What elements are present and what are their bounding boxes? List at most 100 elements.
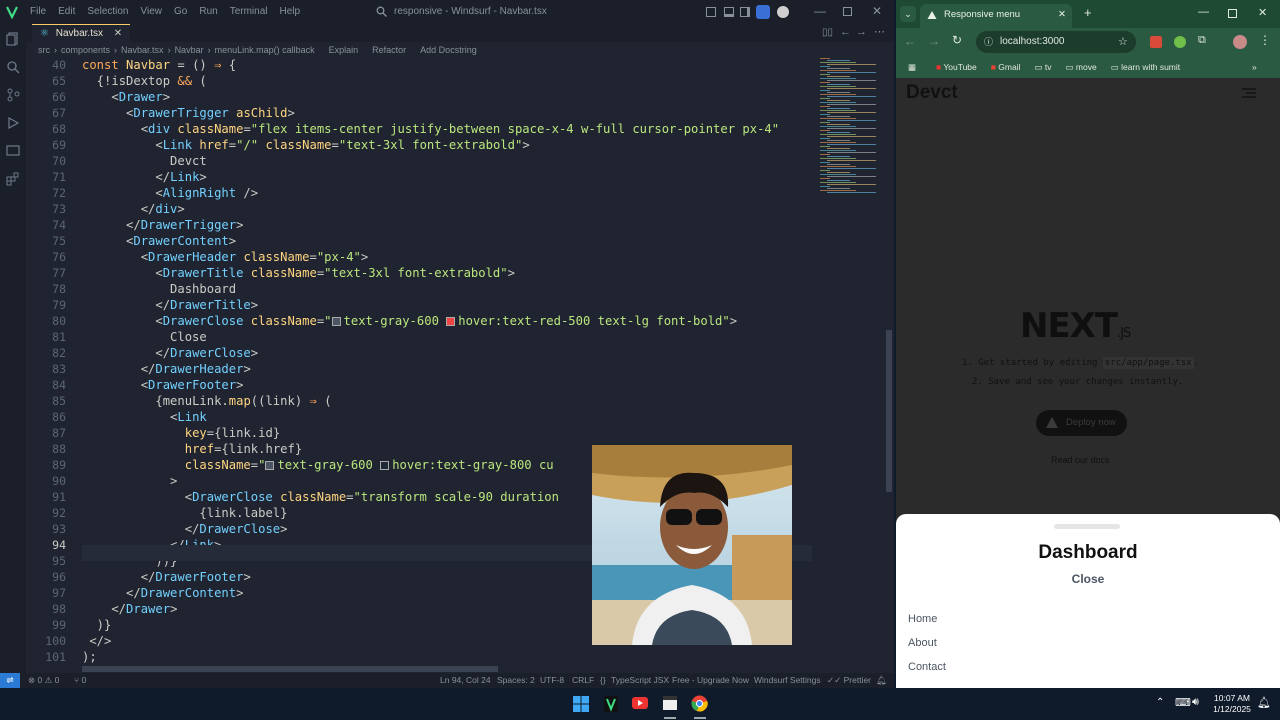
browser-maximize-icon[interactable] [1228,9,1237,18]
code-line[interactable]: {link.label} [82,506,287,520]
tab-search-chevron-icon[interactable]: ⌄ [900,6,916,22]
close-window-icon[interactable]: ✕ [872,4,882,18]
notifications-icon[interactable]: 🔔︎ [876,673,887,688]
browser-close-icon[interactable]: ✕ [1258,6,1267,19]
minimize-icon[interactable]: — [814,4,826,18]
menu-edit[interactable]: Edit [58,6,75,17]
code-line[interactable]: </DrawerHeader> [82,362,251,376]
code-line[interactable]: <DrawerTrigger asChild> [82,106,295,120]
toggle-panel-icon[interactable] [724,7,734,17]
code-line[interactable]: className=" text-gray-600 hover:text-gray… [82,458,554,472]
code-line[interactable]: > [82,474,177,488]
editor-scrollbar[interactable] [886,330,892,492]
chrome-taskbar-icon[interactable] [691,695,708,712]
breadcrumb-item[interactable]: Navbar.tsx [121,45,164,55]
drawer-link-about[interactable]: About [908,637,937,649]
menu-view[interactable]: View [141,6,163,17]
encoding[interactable]: UTF-8 [540,673,564,688]
back-icon[interactable]: ← [904,34,916,48]
apps-grid-icon[interactable]: ▦ [908,56,916,78]
bookmark-tv[interactable]: ▭ tv [1034,56,1051,78]
profile-avatar[interactable] [1233,35,1247,49]
code-line[interactable]: Devct [82,154,207,168]
code-line[interactable]: key={link.id} [82,426,280,440]
bookmark-star-icon[interactable]: ☆ [1118,31,1128,53]
windows-start-icon[interactable] [573,696,589,712]
explorer-icon[interactable] [6,32,20,46]
codelens-action[interactable]: Add Docstring [420,45,477,55]
code-line[interactable]: {!isDextop && ( [82,74,207,88]
language-mode[interactable]: TypeScript JSX [611,673,669,688]
clock[interactable]: 10:07 AM 1/12/2025 [1212,693,1252,715]
ports-indicator[interactable]: ⑂ 0 [74,673,86,688]
code-line[interactable]: const Navbar = () ⇒ { [82,58,236,72]
cursor-position[interactable]: Ln 94, Col 24 [440,673,491,688]
tray-overflow-icon[interactable]: ⌃ [1156,697,1164,708]
code-line[interactable]: <DrawerTitle className="text-3xl font-ex… [82,266,515,280]
go-back-icon[interactable]: ← [840,26,851,38]
code-line[interactable]: </DrawerTitle> [82,298,258,312]
tab-navbar-tsx[interactable]: ⚛ Navbar.tsx ✕ [32,24,131,42]
extensions-puzzle-icon[interactable]: ⧉ [1198,34,1206,47]
code-line[interactable]: </Drawer> [82,602,177,616]
code-line[interactable]: <AlignRight /> [82,186,258,200]
code-line[interactable]: href={link.href} [82,442,302,456]
deploy-now-button[interactable]: Deploy now [1036,410,1127,436]
code-line[interactable]: <DrawerContent> [82,234,236,248]
code-line[interactable]: <div className="flex items-center justif… [82,122,779,136]
horizontal-scrollbar[interactable] [82,666,498,672]
cascade-icon[interactable] [756,5,770,19]
video-editor-taskbar-icon[interactable] [662,695,678,711]
menu-run[interactable]: Run [199,6,217,17]
breadcrumb-item[interactable]: Navbar [175,45,204,55]
extension-green-icon[interactable] [1174,36,1186,48]
code-line[interactable]: </DrawerFooter> [82,570,251,584]
extension-red-icon[interactable] [1150,36,1162,48]
site-logo[interactable]: Devct [906,82,958,104]
search-sidebar-icon[interactable] [6,60,20,74]
code-line[interactable]: <Link [82,410,207,424]
menu-selection[interactable]: Selection [87,6,128,17]
notification-bell-icon[interactable]: 🔔︎ [1257,696,1271,709]
bookmark-youtube[interactable]: ■ YouTube [936,56,977,78]
code-line[interactable]: <Drawer> [82,90,170,104]
browser-minimize-icon[interactable]: — [1198,6,1209,18]
code-line[interactable]: <DrawerHeader className="px-4"> [82,250,369,264]
code-line[interactable]: </DrawerContent> [82,586,243,600]
breadcrumb-item[interactable]: menuLink.map() callback [215,45,315,55]
code-line[interactable]: Close [82,330,207,344]
minimap[interactable] [816,58,886,198]
read-docs-link[interactable]: Read our docs [1051,455,1110,465]
browser-tab[interactable]: Responsive menu ✕ [920,4,1072,28]
split-editor-icon[interactable]: ▯▯ [822,27,833,38]
menu-file[interactable]: File [30,6,46,17]
breadcrumb-item[interactable]: components [61,45,110,55]
drawer-link-home[interactable]: Home [908,613,937,625]
maximize-icon[interactable] [843,7,852,16]
line-ending[interactable]: CRLF [572,673,594,688]
prettier-status[interactable]: ✓✓ Prettier [827,673,871,688]
indentation[interactable]: Spaces: 2 [497,673,535,688]
code-line[interactable]: )} [82,618,112,632]
extensions-icon[interactable] [6,172,20,186]
windsurf-settings[interactable]: Windsurf Settings [754,673,821,688]
menu-terminal[interactable]: Terminal [230,6,268,17]
command-center[interactable]: responsive - Windsurf - Navbar.tsx [394,6,547,17]
go-forward-icon[interactable]: → [856,26,867,38]
menu-help[interactable]: Help [280,6,301,17]
remote-indicator-icon[interactable]: ⇌ [0,673,20,688]
code-line[interactable]: <DrawerFooter> [82,378,244,392]
address-bar[interactable]: ⓘ localhost:3000 ☆ [976,31,1136,53]
code-line[interactable]: </DrawerTrigger> [82,218,243,232]
align-right-icon[interactable] [1242,88,1256,98]
close-tab-icon[interactable]: ✕ [114,28,122,39]
network-icon[interactable]: ⌨ [1175,696,1191,709]
more-bookmarks-icon[interactable]: » [1252,56,1257,78]
code-line[interactable]: {menuLink.map((link) ⇒ ( [82,394,331,408]
browser-menu-icon[interactable]: ⋮ [1259,33,1271,47]
codelens-action[interactable]: Refactor [372,45,406,55]
account-icon[interactable] [777,6,789,18]
code-line[interactable]: </div> [82,202,185,216]
run-debug-icon[interactable] [6,116,20,130]
menu-go[interactable]: Go [174,6,187,17]
